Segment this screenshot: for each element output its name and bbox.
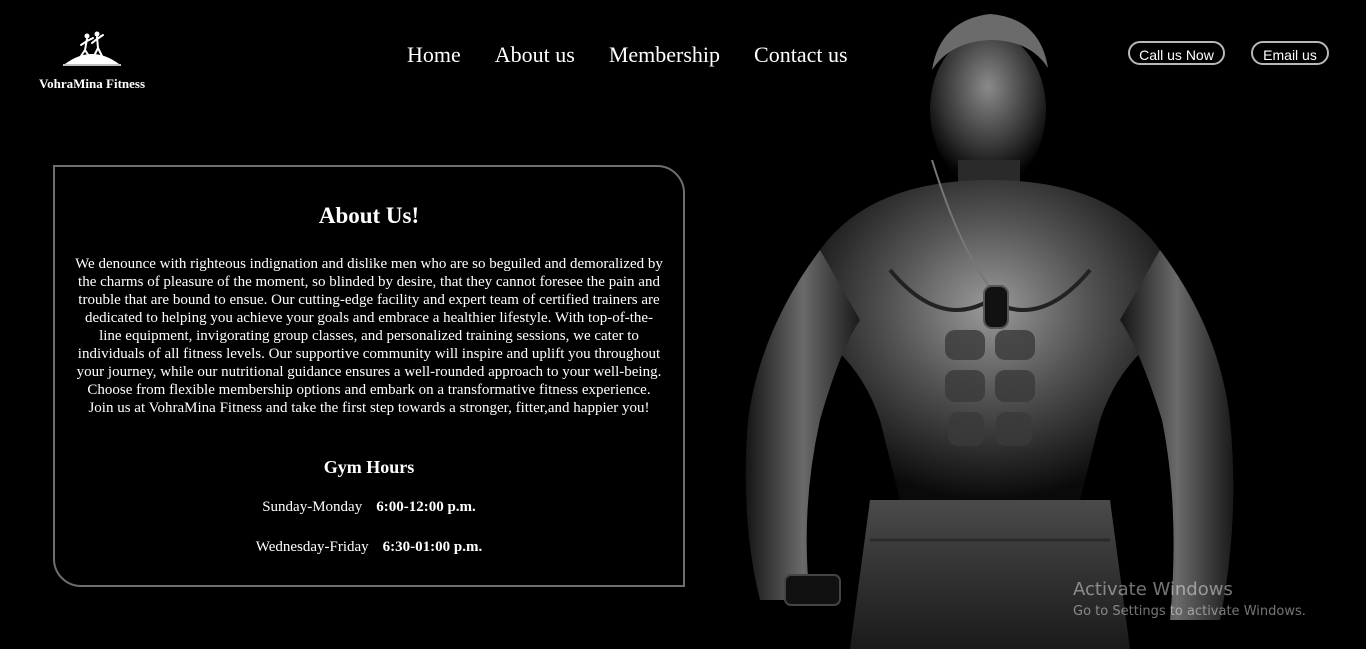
brand-logo[interactable]: VohraMina Fitness	[24, 26, 160, 92]
nav-home[interactable]: Home	[407, 42, 461, 68]
watermark-subtitle: Go to Settings to activate Windows.	[1073, 604, 1306, 619]
hours-days: Wednesday-Friday	[255, 539, 369, 555]
about-card: About Us! We denounce with righteous ind…	[53, 165, 685, 587]
about-title: About Us!	[318, 203, 420, 228]
nav-contact-us[interactable]: Contact us	[754, 42, 848, 68]
watermark-title: Activate Windows	[1073, 579, 1233, 600]
call-us-now-button[interactable]: Call us Now	[1128, 41, 1225, 65]
nav-membership[interactable]: Membership	[609, 42, 720, 68]
about-body: We denounce with righteous indignation a…	[75, 256, 663, 416]
hours-row: Sunday-Monday 6:00-12:00 p.m.	[55, 499, 683, 516]
hours-time: 6:00-12:00 p.m.	[376, 499, 476, 515]
main-nav: Home About us Membership Contact us	[407, 42, 848, 68]
activate-windows-watermark: Activate Windows Go to Settings to activ…	[1073, 578, 1306, 622]
hero-athlete-image	[700, 0, 1260, 649]
runner-figures-icon	[63, 31, 121, 66]
page: VohraMina Fitness Home About us Membersh…	[0, 0, 1366, 649]
gym-hours-title: Gym Hours	[323, 457, 415, 477]
brand-name: VohraMina Fitness	[38, 76, 146, 91]
nav-about-us[interactable]: About us	[495, 42, 575, 68]
hours-time: 6:30-01:00 p.m.	[382, 539, 483, 555]
hours-row: Wednesday-Friday 6:30-01:00 p.m.	[55, 539, 683, 556]
hours-days: Sunday-Monday	[262, 499, 363, 515]
email-us-button[interactable]: Email us	[1251, 41, 1329, 65]
